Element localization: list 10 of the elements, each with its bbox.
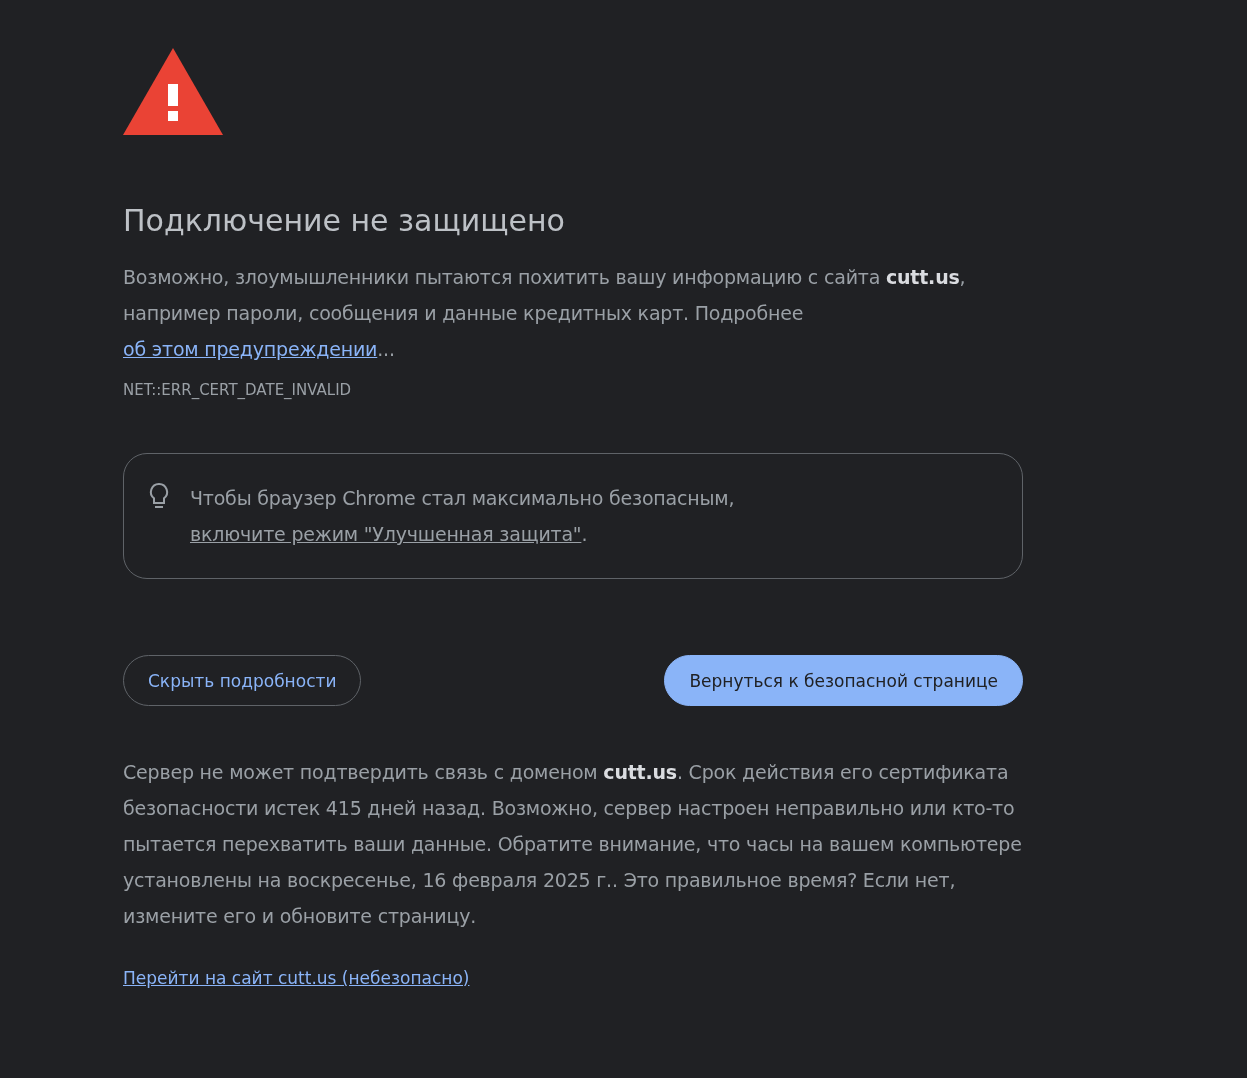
error-code: NET::ERR_CERT_DATE_INVALID [123, 381, 352, 399]
warning-text: Возможно, злоумышленники пытаются похитить вашу информацию с сайта cutt.us, например пароли, сообщения и данные кредитных карт. Подробнее об этом предупреждении... [123, 265, 967, 362]
enhanced-protection-link[interactable]: включите режим "Улучшенная защита" [190, 523, 582, 545]
tip-text: Чтобы браузер Chrome стал максимально безопасным, включите режим "Улучшенная защита". [190, 486, 736, 547]
back-to-safety-button[interactable]: Вернуться к безопасной странице [664, 655, 1023, 706]
warning-icon [123, 48, 223, 135]
page-heading: Подключение не защищено [123, 202, 566, 240]
proceed-link[interactable]: Перейти на сайт cutt.us (небезопасно) [123, 968, 470, 988]
learn-more-link[interactable]: об этом предупреждении [123, 338, 378, 360]
details-text: Сервер не может подтвердить связь с доменом cutt.us. Срок действия его сертификата безопасности истек 415 дней назад. Возможно, сервер настроен неправильно или кто-то пытается перехватить ваши данные. Обратите внимание, что часы на вашем компьютере установлены на воскресенье, 16 февраля 2025 г.. Это правильное время? Если нет, измените его и обновите страницу. [123, 760, 1023, 929]
